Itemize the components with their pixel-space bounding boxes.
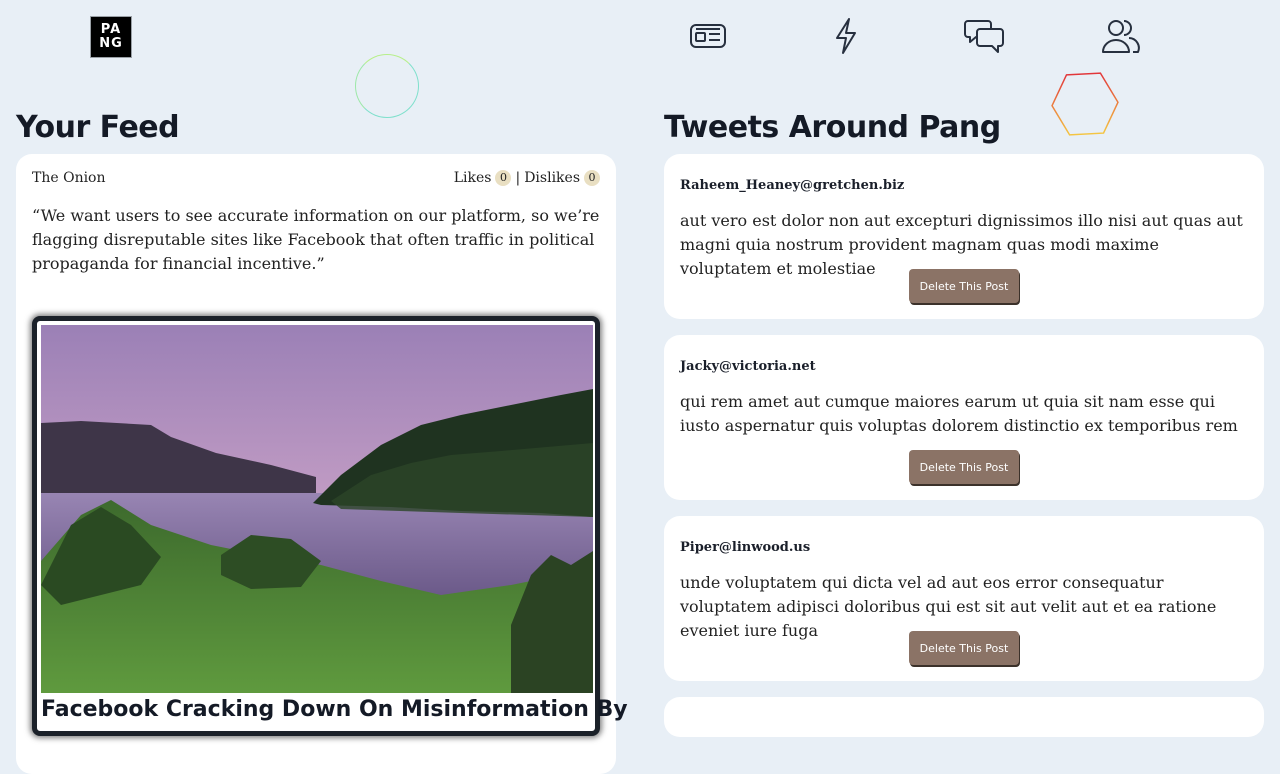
tweet-card-partial bbox=[664, 697, 1264, 737]
likes-count-badge: 0 bbox=[495, 170, 512, 186]
tweet-username[interactable]: Piper@linwood.us bbox=[680, 540, 1248, 555]
nav-trending-button[interactable] bbox=[826, 16, 866, 56]
lightning-icon bbox=[836, 18, 856, 54]
logo-text-line2: NG bbox=[99, 36, 123, 51]
likes-button[interactable]: Likes bbox=[454, 170, 492, 186]
pang-logo[interactable]: PA NG bbox=[90, 16, 132, 58]
delete-post-button[interactable]: Delete This Post bbox=[909, 450, 1019, 484]
news-icon bbox=[690, 24, 726, 48]
dislikes-count-badge: 0 bbox=[584, 170, 600, 186]
tweet-card: Jacky@victoria.net qui rem amet aut cumq… bbox=[664, 335, 1264, 500]
tweet-card: Raheem_Heaney@gretchen.biz aut vero est … bbox=[664, 154, 1264, 319]
feed-heading: Your Feed bbox=[16, 110, 180, 145]
feed-post-card: The Onion Likes 0 | Dislikes 0 “We want … bbox=[16, 154, 628, 774]
dislikes-button[interactable]: Dislikes bbox=[524, 170, 580, 186]
post-source: The Onion bbox=[32, 170, 106, 186]
delete-post-button[interactable]: Delete This Post bbox=[909, 631, 1019, 665]
nav-news-button[interactable] bbox=[688, 16, 728, 56]
article-image bbox=[41, 325, 593, 693]
chat-bubbles-icon bbox=[964, 20, 1004, 53]
nav-users-button[interactable] bbox=[1100, 16, 1140, 56]
decorative-circle bbox=[355, 54, 419, 118]
decorative-hexagon bbox=[1051, 72, 1119, 136]
article-title[interactable]: Facebook Cracking Down On Misinformation… bbox=[41, 697, 628, 722]
nav-chat-button[interactable] bbox=[964, 16, 1004, 56]
logo-text-line1: PA bbox=[100, 22, 122, 37]
reaction-separator: | bbox=[515, 170, 521, 186]
tweet-text: aut vero est dolor non aut excepturi dig… bbox=[680, 211, 1243, 278]
tweets-heading: Tweets Around Pang bbox=[664, 110, 1001, 145]
delete-post-button[interactable]: Delete This Post bbox=[909, 269, 1019, 303]
post-reactions: Likes 0 | Dislikes 0 bbox=[454, 170, 600, 186]
tweet-card: Piper@linwood.us unde voluptatem qui dic… bbox=[664, 516, 1264, 681]
feed-post-header: The Onion Likes 0 | Dislikes 0 bbox=[32, 170, 600, 186]
post-quote: “We want users to see accurate informati… bbox=[32, 206, 600, 273]
article-preview[interactable]: Facebook Cracking Down On Misinformation… bbox=[32, 316, 628, 736]
tweet-username[interactable]: Jacky@victoria.net bbox=[680, 359, 1248, 374]
tweet-text: unde voluptatem qui dicta vel ad aut eos… bbox=[680, 573, 1217, 640]
tweet-username[interactable]: Raheem_Heaney@gretchen.biz bbox=[680, 178, 1248, 193]
tweet-text: qui rem amet aut cumque maiores earum ut… bbox=[680, 392, 1238, 435]
users-icon bbox=[1102, 20, 1140, 53]
